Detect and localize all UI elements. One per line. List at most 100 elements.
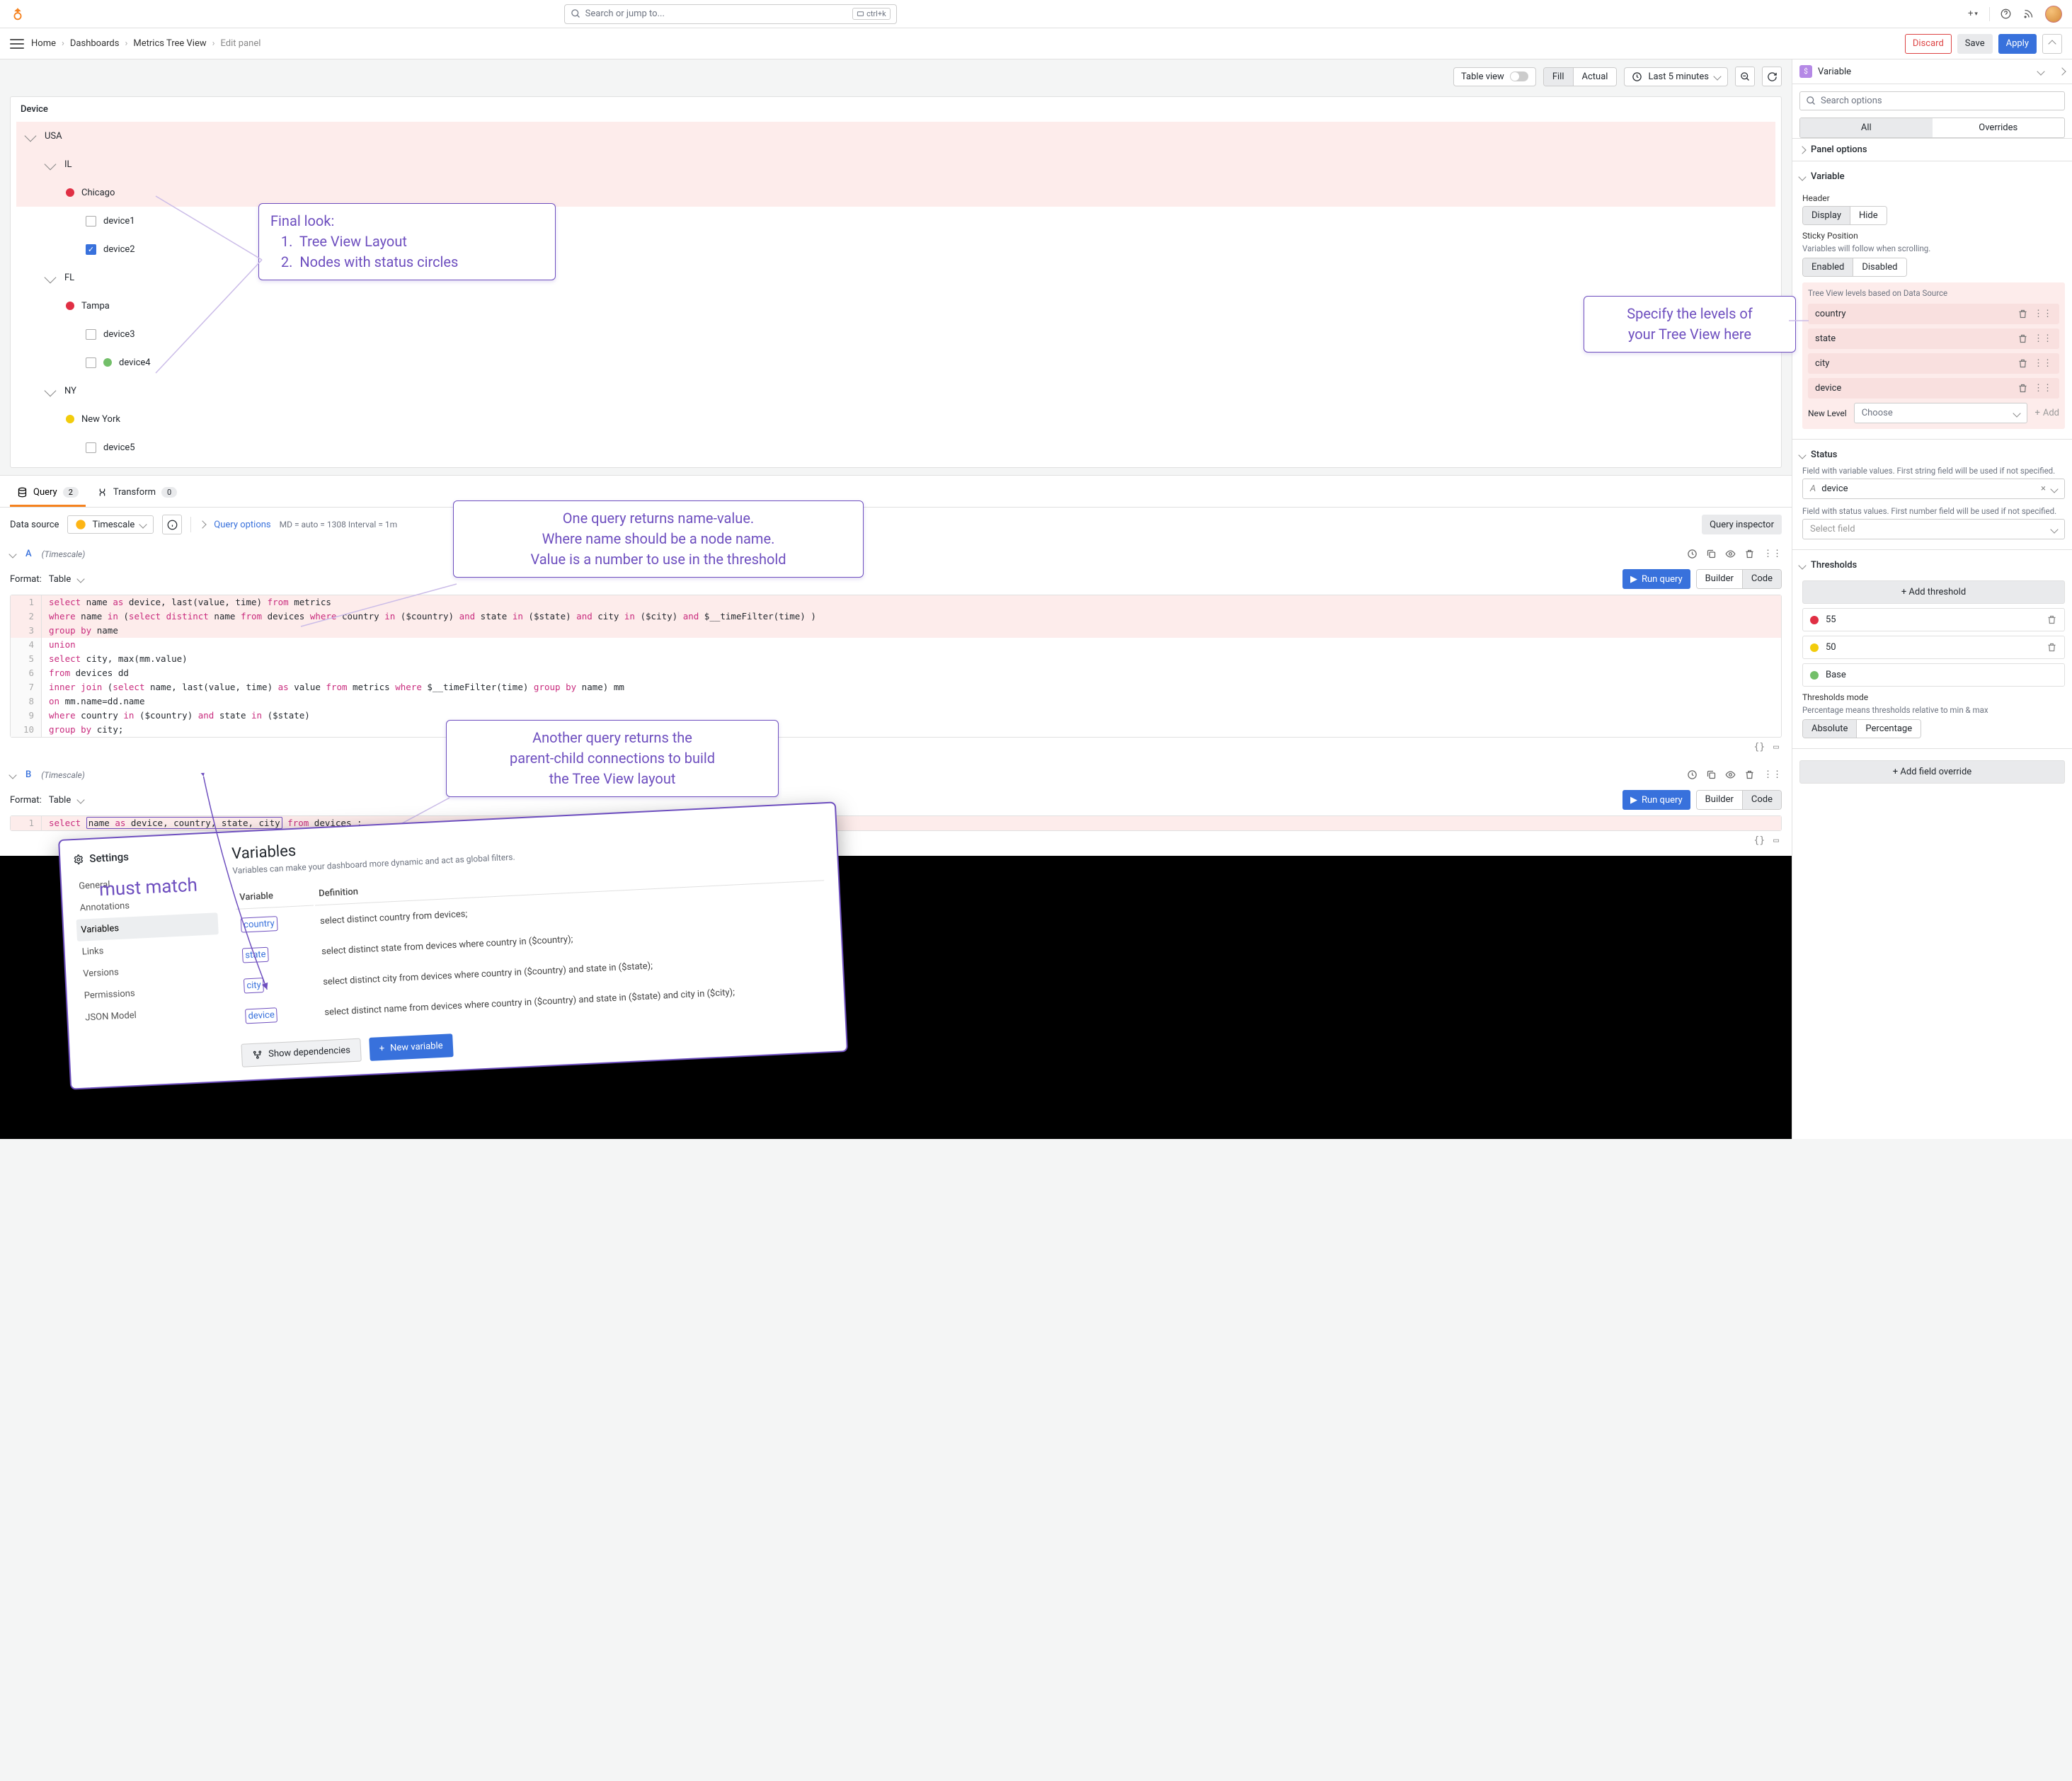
sticky-enabled[interactable]: Enabled (1803, 258, 1853, 276)
run-query-button[interactable]: ▶Run query (1622, 569, 1690, 589)
code-toggle[interactable]: Code (1743, 791, 1781, 809)
tree-row[interactable]: device4 (16, 348, 1775, 377)
status-value-select[interactable]: Select field (1802, 519, 2065, 539)
add-level-button[interactable]: +Add (2034, 408, 2059, 418)
format-value[interactable]: Table (49, 574, 71, 585)
save-button[interactable]: Save (1957, 34, 1993, 54)
checkbox[interactable]: ✓ (86, 244, 96, 255)
actual-option[interactable]: Actual (1574, 68, 1617, 86)
tree-row[interactable]: device5 (16, 433, 1775, 462)
help-icon[interactable] (2000, 8, 2013, 21)
threshold-row[interactable]: 55 (1802, 608, 2065, 631)
new-variable-button[interactable]: +New variable (369, 1033, 453, 1061)
breadcrumb-dashboards[interactable]: Dashboards (70, 38, 120, 49)
search-input[interactable]: Search or jump to... ctrl+k (564, 4, 897, 24)
news-icon[interactable] (2022, 8, 2035, 21)
trash-icon[interactable] (2017, 383, 2028, 394)
level-row[interactable]: city⋮⋮ (1808, 353, 2059, 374)
drag-icon[interactable]: ⋮⋮ (1763, 769, 1782, 780)
datasource-help-icon[interactable] (162, 515, 182, 534)
options-search-input[interactable]: Search options (1799, 91, 2065, 110)
level-row[interactable]: country⋮⋮ (1808, 304, 2059, 324)
code-toggle[interactable]: Code (1743, 570, 1781, 588)
collapse-icon[interactable] (8, 550, 16, 558)
section-thresholds[interactable]: Thresholds (1811, 560, 1857, 571)
duplicate-icon[interactable] (1706, 769, 1717, 780)
builder-toggle[interactable]: Builder (1697, 570, 1743, 588)
query-options-link[interactable]: Query options (214, 520, 270, 530)
table-view-toggle[interactable]: Table view (1453, 67, 1536, 86)
section-panel-options[interactable]: Panel options (1811, 144, 1867, 155)
apply-button[interactable]: Apply (1998, 34, 2037, 54)
breadcrumb-home[interactable]: Home (31, 38, 56, 49)
query-inspector-button[interactable]: Query inspector (1702, 515, 1782, 534)
menu-toggle-icon[interactable] (10, 39, 24, 49)
tab-all[interactable]: All (1800, 118, 1933, 137)
trash-icon[interactable] (1744, 549, 1755, 559)
drag-icon[interactable]: ⋮⋮ (2034, 333, 2052, 344)
sql-editor-a[interactable]: 1select name as device, last(value, time… (10, 595, 1782, 738)
eye-icon[interactable] (1725, 769, 1736, 780)
trash-icon[interactable] (2047, 614, 2057, 625)
mode-absolute[interactable]: Absolute (1803, 720, 1857, 738)
header-display[interactable]: Display (1803, 207, 1850, 224)
query-time-icon[interactable] (1687, 769, 1698, 780)
avatar[interactable] (2045, 6, 2062, 23)
tab-overrides[interactable]: Overrides (1933, 118, 2065, 137)
refresh-icon[interactable] (1762, 67, 1782, 86)
duplicate-icon[interactable] (1706, 549, 1717, 559)
mode-percentage[interactable]: Percentage (1857, 720, 1921, 738)
checkbox[interactable] (86, 357, 96, 368)
tree-row[interactable]: NY (16, 377, 1775, 405)
tree-row[interactable]: IL (16, 150, 1775, 178)
drag-icon[interactable]: ⋮⋮ (1763, 549, 1782, 559)
collapse-icon[interactable] (8, 771, 16, 779)
level-row[interactable]: device⋮⋮ (1808, 378, 2059, 399)
discard-button[interactable]: Discard (1905, 34, 1952, 54)
section-status[interactable]: Status (1811, 449, 1837, 460)
tab-query[interactable]: Query2 (10, 480, 86, 507)
chevron-down-icon[interactable] (2037, 67, 2044, 75)
add-override-button[interactable]: + Add field override (1799, 760, 2065, 784)
eye-icon[interactable] (1725, 549, 1736, 559)
fill-actual-toggle[interactable]: Fill Actual (1543, 67, 1618, 86)
tree-row[interactable]: New York (16, 405, 1775, 433)
new-level-select[interactable]: Choose (1854, 403, 2028, 423)
add-threshold-button[interactable]: + Add threshold (1802, 580, 2065, 604)
collapse-icon[interactable] (2042, 34, 2062, 54)
tab-transform[interactable]: Transform0 (90, 480, 184, 507)
tree-row[interactable]: USA (16, 122, 1775, 150)
header-hide[interactable]: Hide (1850, 207, 1887, 224)
drag-icon[interactable]: ⋮⋮ (2034, 309, 2052, 319)
query-time-icon[interactable] (1687, 549, 1698, 559)
tree-row[interactable]: device3 (16, 320, 1775, 348)
drag-icon[interactable]: ⋮⋮ (2034, 383, 2052, 394)
add-button[interactable]: +▾ (1967, 8, 1979, 21)
section-variable[interactable]: Variable (1811, 171, 1845, 182)
chevron-right-icon[interactable] (2058, 67, 2066, 75)
tree-row[interactable]: Chicago (16, 178, 1775, 207)
show-dependencies-button[interactable]: Show dependencies (241, 1038, 361, 1067)
tree-row[interactable]: Tampa (16, 292, 1775, 320)
time-range-picker[interactable]: Last 5 minutes (1624, 67, 1728, 86)
breadcrumb-page[interactable]: Metrics Tree View (133, 38, 206, 49)
datasource-select[interactable]: Timescale (67, 515, 154, 534)
threshold-row[interactable]: 50 (1802, 636, 2065, 659)
zoom-out-icon[interactable] (1735, 67, 1755, 86)
trash-icon[interactable] (2017, 333, 2028, 344)
level-row[interactable]: state⋮⋮ (1808, 328, 2059, 349)
run-query-button[interactable]: ▶Run query (1622, 790, 1690, 810)
trash-icon[interactable] (2047, 642, 2057, 653)
status-field-select[interactable]: A device × (1802, 479, 2065, 499)
fill-option[interactable]: Fill (1544, 68, 1574, 86)
format-value[interactable]: Table (49, 795, 71, 806)
trash-icon[interactable] (2017, 309, 2028, 319)
drag-icon[interactable]: ⋮⋮ (2034, 358, 2052, 369)
checkbox[interactable] (86, 329, 96, 340)
checkbox[interactable] (86, 216, 96, 227)
checkbox[interactable] (86, 442, 96, 453)
trash-icon[interactable] (1744, 769, 1755, 780)
builder-toggle[interactable]: Builder (1697, 791, 1743, 809)
trash-icon[interactable] (2017, 358, 2028, 369)
sticky-disabled[interactable]: Disabled (1853, 258, 1906, 276)
